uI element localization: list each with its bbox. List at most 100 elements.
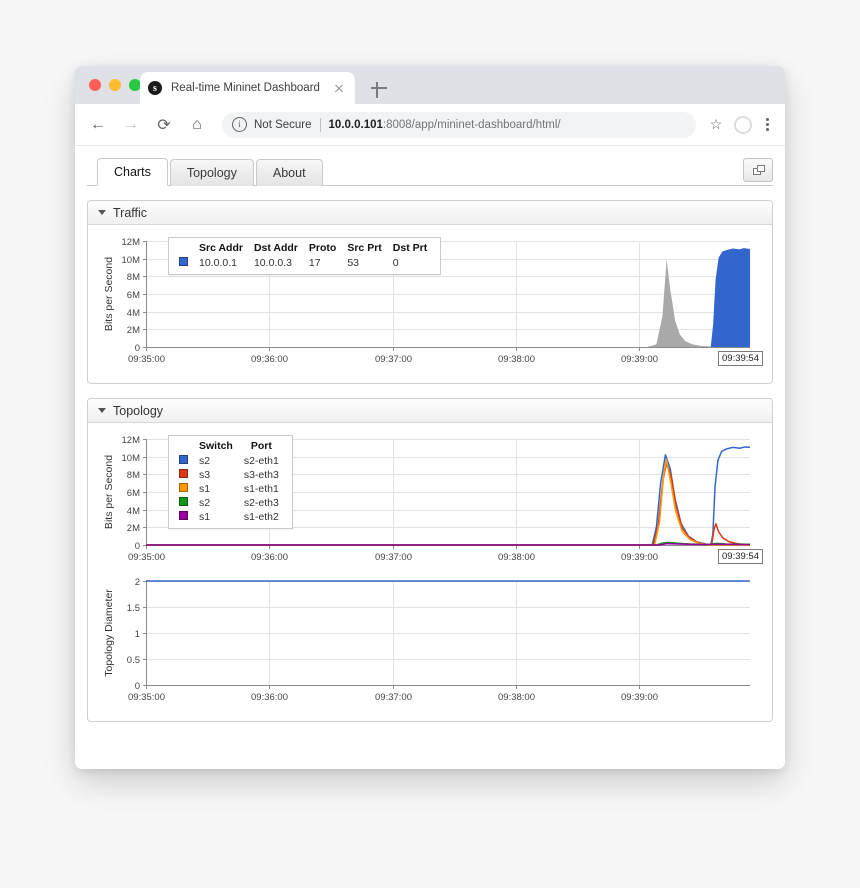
svg-text:0: 0 <box>135 541 140 552</box>
svg-text:2M: 2M <box>127 523 140 534</box>
svg-text:09:35:00: 09:35:00 <box>128 552 165 563</box>
legend-cell: 10.0.0.1 <box>199 257 237 269</box>
topology-diameter-chart[interactable]: 0 0.5 1 1.5 2 09:35:00 09:36:00 09:37:00 09:38:0… <box>98 571 762 711</box>
svg-text:09:39:00: 09:39:00 <box>621 354 658 365</box>
legend-cell: s2-eth1 <box>243 455 279 467</box>
chart-legend[interactable]: Switch Port s2 s2-eth1 s3 s3-eth3 s1 s1-eth1 s2 s… <box>168 435 293 529</box>
bookmark-star-icon[interactable]: ☆ <box>705 116 727 133</box>
url-text: 10.0.0.101:8008/app/mininet-dashboard/ht… <box>329 119 561 131</box>
panel-traffic-header[interactable]: Traffic <box>88 201 772 225</box>
svg-text:4M: 4M <box>127 308 140 319</box>
panel-topology-body: 0 2M 4M 6M 8M 10M 12M 09:35:00 09:36:00 09:37:00 0… <box>88 423 772 721</box>
panel-traffic-title: Traffic <box>113 206 148 220</box>
legend-color-swatch <box>179 497 188 506</box>
legend-cell: 10.0.0.3 <box>253 257 292 269</box>
legend-cell: s1 <box>199 511 211 523</box>
legend-row[interactable]: s1 s1-eth1 <box>175 482 286 496</box>
svg-text:09:38:00: 09:38:00 <box>498 354 535 365</box>
svg-text:10M: 10M <box>122 453 141 464</box>
minimize-window-button[interactable] <box>109 79 121 91</box>
legend-cell: s2 <box>199 497 211 509</box>
back-button[interactable]: ← <box>85 112 111 138</box>
svg-text:Bits per Second: Bits per Second <box>103 257 115 331</box>
window-controls[interactable] <box>89 79 141 91</box>
legend-row[interactable]: 10.0.0.1 10.0.0.3 17 53 0 <box>175 256 434 270</box>
browser-tab-title: Real-time Mininet Dashboard <box>171 82 320 94</box>
panel-topology-title: Topology <box>113 404 164 418</box>
panel-traffic: Traffic 0 2M 4M 6M 8M 10M 12M 09:35:00 09:36:00 0… <box>87 200 773 384</box>
forward-button[interactable]: → <box>118 112 144 138</box>
site-favicon-icon: s <box>148 81 162 95</box>
svg-text:6M: 6M <box>127 290 140 301</box>
legend-row[interactable]: s1 s1-eth2 <box>175 510 286 524</box>
svg-text:6M: 6M <box>127 488 140 499</box>
chevron-down-icon[interactable] <box>98 210 106 216</box>
svg-text:09:35:00: 09:35:00 <box>128 692 165 703</box>
svg-text:09:39:00: 09:39:00 <box>621 552 658 563</box>
svg-text:09:36:00: 09:36:00 <box>251 354 288 365</box>
legend-column-header: Src Prt <box>347 242 382 254</box>
svg-text:Topology Diameter: Topology Diameter <box>103 589 115 677</box>
tab-about[interactable]: About <box>255 159 323 186</box>
svg-text:09:38:00: 09:38:00 <box>498 692 535 703</box>
tab-topology[interactable]: Topology <box>169 159 254 186</box>
chevron-down-icon[interactable] <box>98 408 106 414</box>
legend-cell: s3-eth3 <box>243 469 279 481</box>
browser-tab-strip: s Real-time Mininet Dashboard <box>75 66 785 104</box>
svg-text:09:37:00: 09:37:00 <box>375 354 412 365</box>
security-status-label: Not Secure <box>254 118 312 131</box>
legend-row[interactable]: s2 s2-eth3 <box>175 496 286 510</box>
app-tab-bar: Charts Topology About <box>87 158 773 186</box>
svg-text:12M: 12M <box>122 435 141 446</box>
svg-text:2M: 2M <box>127 325 140 336</box>
page-content: Charts Topology About Traffic 0 2M 4M 6M 8M 10M… <box>75 146 785 769</box>
panel-topology-header[interactable]: Topology <box>88 399 772 423</box>
svg-text:09:36:00: 09:36:00 <box>251 552 288 563</box>
legend-column-header: Dst Addr <box>253 242 298 254</box>
browser-toolbar: ← → ⟳ ⌂ i Not Secure 10.0.0.101:8008/app… <box>75 104 785 146</box>
chart-end-time-label: 09:39:54 <box>718 351 763 366</box>
panel-traffic-body: 0 2M 4M 6M 8M 10M 12M 09:35:00 09:36:00 09:37:00 0… <box>88 225 772 383</box>
site-info-icon[interactable]: i <box>232 117 247 132</box>
legend-cell: 53 <box>347 257 360 269</box>
svg-text:09:37:00: 09:37:00 <box>375 552 412 563</box>
chart-end-time-label: 09:39:54 <box>718 549 763 564</box>
svg-text:0.5: 0.5 <box>127 655 140 666</box>
legend-row[interactable]: s3 s3-eth3 <box>175 468 286 482</box>
legend-color-swatch <box>179 469 188 478</box>
tab-charts[interactable]: Charts <box>97 158 168 186</box>
url-host: 10.0.0.101 <box>328 118 383 131</box>
url-path: :8008/app/mininet-dashboard/html/ <box>382 118 561 131</box>
svg-text:1: 1 <box>135 629 140 640</box>
close-icon[interactable] <box>331 80 347 96</box>
screenshot-root: s Real-time Mininet Dashboard ← → ⟳ ⌂ i … <box>0 0 860 888</box>
svg-text:12M: 12M <box>122 237 141 248</box>
traffic-chart[interactable]: 0 2M 4M 6M 8M 10M 12M 09:35:00 09:36:00 09:37:00 0… <box>98 233 763 373</box>
legend-cell: 17 <box>308 257 321 269</box>
svg-text:09:39:00: 09:39:00 <box>621 692 658 703</box>
legend-cell: 0 <box>392 257 399 269</box>
popout-window-button[interactable] <box>743 158 773 182</box>
kebab-menu-icon[interactable] <box>759 117 775 132</box>
svg-text:0: 0 <box>135 343 140 354</box>
browser-window: s Real-time Mininet Dashboard ← → ⟳ ⌂ i … <box>75 66 785 769</box>
browser-tab[interactable]: s Real-time Mininet Dashboard <box>140 72 355 104</box>
legend-cell: s1-eth1 <box>243 483 279 495</box>
svg-text:8M: 8M <box>127 470 140 481</box>
home-button[interactable]: ⌂ <box>184 112 210 138</box>
address-bar[interactable]: i Not Secure 10.0.0.101:8008/app/mininet… <box>222 111 696 138</box>
svg-text:2: 2 <box>135 577 140 588</box>
new-tab-icon[interactable] <box>369 78 389 98</box>
svg-text:1.5: 1.5 <box>127 603 140 614</box>
legend-color-swatch <box>179 257 188 266</box>
svg-text:8M: 8M <box>127 272 140 283</box>
avatar[interactable] <box>734 115 752 134</box>
legend-cell: s2-eth3 <box>243 497 279 509</box>
chart-legend[interactable]: Src Addr Dst Addr Proto Src Prt Dst Prt 10.0.… <box>168 237 442 275</box>
legend-cell: s1 <box>199 483 211 495</box>
topology-traffic-chart[interactable]: 0 2M 4M 6M 8M 10M 12M 09:35:00 09:36:00 09:37:00 0… <box>98 431 763 571</box>
legend-column-header: Src Addr <box>199 242 243 254</box>
reload-button[interactable]: ⟳ <box>151 112 177 138</box>
close-window-button[interactable] <box>89 79 101 91</box>
legend-row[interactable]: s2 s2-eth1 <box>175 454 286 468</box>
